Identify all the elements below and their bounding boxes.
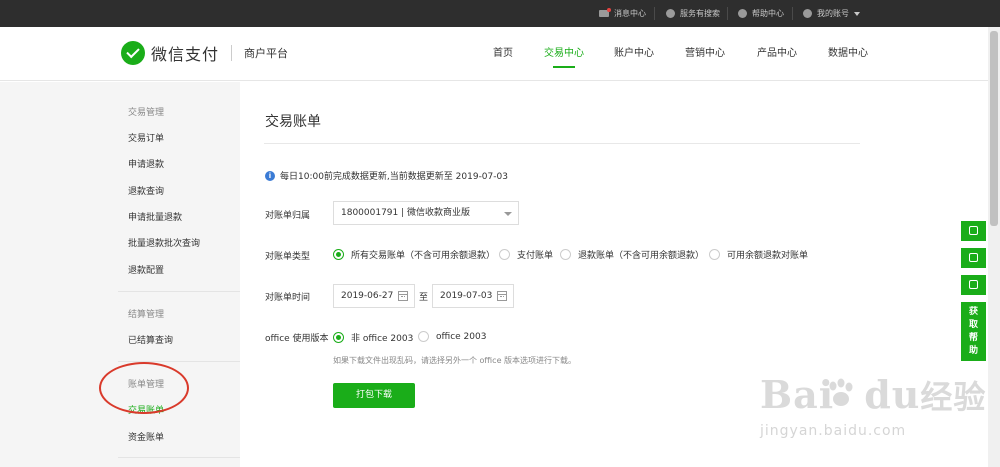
help-center-label: 帮助中心 xyxy=(752,9,784,18)
search-icon xyxy=(666,9,675,18)
sidebar-section-settlement: 结算管理 xyxy=(128,310,165,320)
sidebar-item-batch-refund-query[interactable]: 批量退款批次查询 xyxy=(128,236,200,249)
top-utility-bar: 消息中心 服务有搜索 帮助中心 我的账号 xyxy=(0,0,1000,27)
update-notice-text: 每日10:00前完成数据更新,当前数据更新至 2019-07-03 xyxy=(280,172,508,182)
message-center-label: 消息中心 xyxy=(614,9,646,18)
float-edit-button[interactable] xyxy=(961,275,986,295)
brand-name: 微信支付 xyxy=(151,45,220,64)
download-button[interactable]: 打包下载 xyxy=(333,383,415,408)
date-range-separator: 至 xyxy=(419,293,429,303)
date-to-input[interactable]: 2019-07-03 xyxy=(432,284,514,308)
watermark-jingyan: 经验 xyxy=(920,378,987,416)
sidebar-item-fund-bill[interactable]: 资金账单 xyxy=(128,430,164,443)
baidu-paw-icon xyxy=(829,378,853,406)
bill-type-label: 对账单类型 xyxy=(265,252,311,262)
main-header: 首页 交易中心 账户中心 营销中心 产品中心 数据中心 微信支付 商户平台 xyxy=(0,27,1000,81)
date-from-value: 2019-06-27 xyxy=(341,291,394,301)
sidebar-item-settled-query[interactable]: 已结算查询 xyxy=(128,333,173,346)
radio-icon xyxy=(560,249,571,260)
page-scrollbar[interactable] xyxy=(988,27,1000,467)
radio-office-2003[interactable]: office 2003 xyxy=(418,331,486,342)
get-help-button[interactable]: 获取帮助 xyxy=(961,302,986,361)
baidu-watermark: Bai du经验 xyxy=(760,372,986,418)
user-icon xyxy=(803,9,812,18)
radio-non-office-2003-label: 非 office 2003 xyxy=(351,334,414,344)
topbar-divider xyxy=(654,7,655,20)
topbar-divider xyxy=(792,7,793,20)
mail-icon xyxy=(599,8,611,17)
sidebar-item-apply-refund[interactable]: 申请退款 xyxy=(128,157,164,170)
radio-office-2003-label: office 2003 xyxy=(436,331,487,342)
nav-trade-center[interactable]: 交易中心 xyxy=(544,27,584,81)
watermark-du: du xyxy=(864,372,921,417)
service-search-label: 服务有搜索 xyxy=(680,9,720,18)
radio-all-trade-bill-label: 所有交易账单（不含可用余额退款） xyxy=(351,251,496,261)
topbar-divider xyxy=(727,7,728,20)
radio-balance-refund-bill-label: 可用余额退款对账单 xyxy=(727,251,809,261)
office-version-label: office 使用版本 xyxy=(265,334,329,344)
nav-product-center[interactable]: 产品中心 xyxy=(757,27,797,81)
edit-icon xyxy=(969,280,978,289)
calendar-icon xyxy=(398,291,408,301)
chevron-down-icon xyxy=(854,11,860,16)
logo-divider xyxy=(231,45,233,61)
float-download-button[interactable] xyxy=(961,248,986,268)
encoding-hint: 如果下载文件出现乱码，请选择另外一个 office 版本选项进行下载。 xyxy=(333,356,577,365)
radio-refund-bill-label: 退款账单（不含可用余额退款） xyxy=(578,251,705,261)
info-icon: i xyxy=(265,170,275,181)
wechat-pay-logo-icon xyxy=(121,41,145,65)
bill-time-label: 对账单时间 xyxy=(265,293,311,303)
watermark-bai: Bai xyxy=(760,372,835,417)
account-select-value: 1800001791 | 微信收款商业版 xyxy=(341,208,471,218)
radio-all-trade-bill[interactable]: 所有交易账单（不含可用余额退款） xyxy=(333,248,495,261)
link-icon xyxy=(969,226,978,235)
update-notice: i 每日10:00前完成数据更新,当前数据更新至 2019-07-03 xyxy=(265,169,508,182)
float-link-button[interactable] xyxy=(961,221,986,241)
sidebar-divider xyxy=(118,457,240,458)
service-search-link[interactable]: 服务有搜索 xyxy=(666,0,720,27)
my-account-menu[interactable]: 我的账号 xyxy=(803,0,860,27)
radio-payment-bill[interactable]: 支付账单 xyxy=(499,248,553,261)
sidebar-item-refund-query[interactable]: 退款查询 xyxy=(128,184,164,197)
platform-name: 商户平台 xyxy=(244,47,289,60)
download-icon xyxy=(969,253,978,262)
nav-marketing-center[interactable]: 营销中心 xyxy=(685,27,725,81)
radio-icon xyxy=(709,249,720,260)
account-select[interactable]: 1800001791 | 微信收款商业版 xyxy=(333,201,519,225)
sidebar-divider xyxy=(118,291,240,292)
message-center-link[interactable]: 消息中心 xyxy=(599,0,646,27)
help-icon xyxy=(738,9,747,18)
nav-account-center[interactable]: 账户中心 xyxy=(614,27,654,81)
title-divider xyxy=(264,143,860,144)
page-title: 交易账单 xyxy=(265,114,321,130)
calendar-icon xyxy=(497,291,507,301)
radio-refund-bill[interactable]: 退款账单（不含可用余额退款） xyxy=(560,248,704,261)
nav-data-center[interactable]: 数据中心 xyxy=(828,27,868,81)
my-account-label: 我的账号 xyxy=(817,9,849,18)
help-center-link[interactable]: 帮助中心 xyxy=(738,0,784,27)
radio-balance-refund-bill[interactable]: 可用余额退款对账单 xyxy=(709,248,808,261)
scrollbar-thumb[interactable] xyxy=(990,31,998,226)
account-label: 对账单归属 xyxy=(265,211,311,221)
sidebar-item-batch-refund[interactable]: 申请批量退款 xyxy=(128,210,182,223)
watermark-url: jingyan.baidu.com xyxy=(760,423,907,439)
chevron-down-icon xyxy=(504,212,512,216)
nav-home[interactable]: 首页 xyxy=(492,27,514,81)
sidebar-section-trade: 交易管理 xyxy=(128,108,165,118)
get-help-label: 获取帮助 xyxy=(968,307,978,356)
wechat-pay-logo[interactable]: 微信支付 商户平台 xyxy=(121,41,288,65)
radio-payment-bill-label: 支付账单 xyxy=(517,251,554,261)
annotation-circle xyxy=(99,362,189,414)
radio-selected-icon xyxy=(333,332,344,343)
radio-icon xyxy=(418,331,429,342)
sidebar-item-trade-orders[interactable]: 交易订单 xyxy=(128,131,164,144)
date-from-input[interactable]: 2019-06-27 xyxy=(333,284,415,308)
radio-icon xyxy=(499,249,510,260)
sidebar-item-refund-config[interactable]: 退款配置 xyxy=(128,263,164,276)
date-to-value: 2019-07-03 xyxy=(440,291,493,301)
radio-selected-icon xyxy=(333,249,344,260)
radio-non-office-2003[interactable]: 非 office 2003 xyxy=(333,331,413,344)
